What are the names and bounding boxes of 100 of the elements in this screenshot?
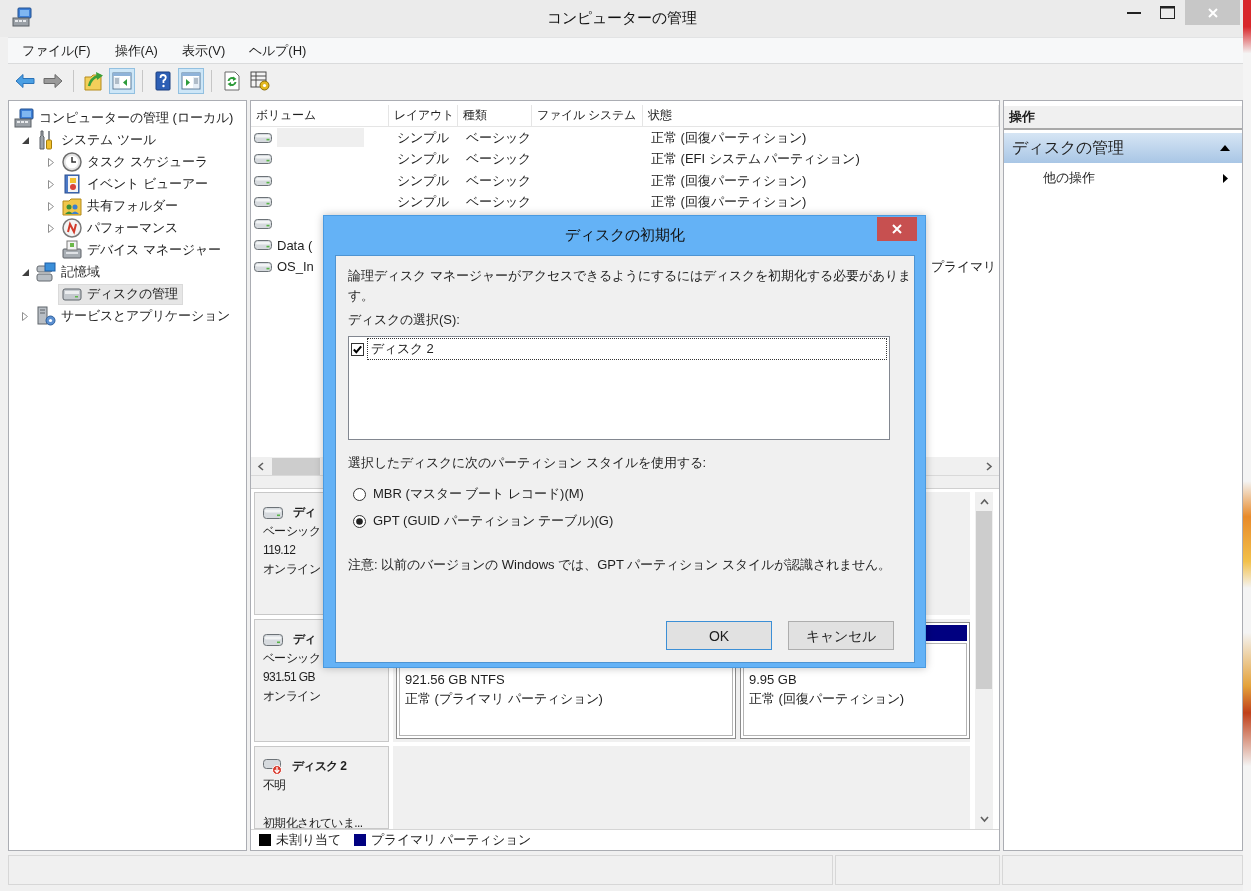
drive-icon [254, 132, 272, 143]
tree-item[interactable]: パフォーマンス [58, 217, 183, 239]
disk-name: ディ [293, 504, 316, 521]
window-gear-icon [250, 70, 270, 91]
drive-icon [254, 261, 272, 272]
tree-item[interactable]: イベント ビューアー [58, 173, 213, 195]
table-cell: シンプル [397, 193, 449, 212]
scroll-left-icon[interactable] [257, 461, 264, 471]
maximize-icon [1159, 6, 1175, 19]
disk-list-box[interactable]: ディスク 2 [348, 336, 890, 440]
disk-type: ベーシック [263, 524, 320, 538]
disk-size: 119.12 [263, 543, 296, 557]
table-cell: 正常 (回復パーティション) [651, 193, 807, 212]
scroll-down-icon[interactable] [979, 816, 989, 823]
printer-icon [62, 240, 82, 260]
close-button[interactable] [877, 217, 917, 241]
table-cell: ベーシック [466, 150, 531, 169]
tree-item[interactable]: ディスクの管理 [58, 283, 183, 305]
tree-item[interactable]: 記憶域 [32, 261, 105, 283]
minimize-icon [1127, 11, 1141, 14]
window-title: コンピューターの管理 [546, 8, 697, 28]
checkbox[interactable] [351, 342, 364, 356]
notebook-icon [62, 174, 82, 194]
caret-down-right-icon[interactable] [21, 136, 29, 144]
drive-icon [254, 175, 272, 186]
caret-right-icon[interactable] [22, 311, 28, 321]
server-gear-icon [36, 306, 56, 326]
tree-item[interactable]: システム ツール [32, 129, 161, 151]
radio-button[interactable] [353, 514, 366, 528]
computer-icon [14, 108, 34, 128]
scroll-up-icon[interactable] [979, 498, 989, 505]
scroll-right-icon[interactable] [986, 461, 993, 471]
caret-right-icon[interactable] [48, 179, 54, 189]
drive-icon [254, 197, 272, 208]
disk-status: オンライン [263, 562, 320, 576]
disk-panel[interactable]: ディスク 2 不明 初期化されていま... [254, 746, 389, 829]
caret-right-icon[interactable] [48, 223, 54, 233]
table-cell: ベーシック [466, 171, 531, 190]
tree-item[interactable]: コンピューターの管理 (ローカル) [10, 107, 239, 129]
disk-name: ディスク 2 [292, 758, 347, 775]
vertical-scrollbar[interactable] [975, 492, 993, 829]
menu-item[interactable]: ファイル(F) [14, 39, 99, 62]
disk-status: オンライン [263, 689, 320, 703]
close-icon [892, 224, 902, 234]
list-item[interactable]: ディスク 2 [367, 338, 887, 360]
drive-icon [254, 218, 272, 229]
tree-item[interactable]: タスク スケジューラ [58, 151, 213, 173]
section-header[interactable]: ディスクの管理 [1004, 133, 1242, 163]
panel-left-icon [112, 70, 132, 91]
table-cell: ベーシック [466, 128, 531, 147]
gauge-icon [62, 218, 82, 238]
column-header[interactable]: レイアウト [389, 105, 458, 126]
computer-icon [12, 7, 32, 27]
caret-right-icon[interactable] [48, 201, 54, 211]
column-header[interactable]: ボリューム [251, 105, 389, 126]
drives-icon [36, 262, 56, 282]
table-cell: ベーシック [466, 193, 531, 212]
refresh-icon [222, 70, 242, 91]
column-header[interactable]: 種類 [458, 105, 532, 126]
panel-right-icon [181, 70, 201, 91]
table-cell: 正常 (回復パーティション) [651, 128, 807, 147]
scrollbar-thumb[interactable] [976, 511, 992, 689]
option-group-label: 選択したディスクに次のパーティション スタイルを使用する: [348, 454, 708, 472]
menu-item[interactable]: ヘルプ(H) [241, 39, 315, 62]
tree-item[interactable]: 共有フォルダー [58, 195, 183, 217]
menu-item[interactable]: 操作(A) [106, 39, 166, 62]
caret-down-right-icon[interactable] [21, 268, 29, 276]
table-cell: Data ( [277, 237, 313, 253]
table-cell: 正常 (EFI システム パーティション) [651, 150, 860, 169]
partition-status: 正常 (プライマリ パーティション) [405, 691, 603, 706]
dialog-button[interactable]: OK [666, 621, 772, 650]
tree-item[interactable]: サービスとアプリケーション [32, 305, 235, 327]
table-cell: シンプル [397, 150, 449, 169]
radio-button[interactable] [353, 487, 366, 501]
caret-right-icon [1223, 173, 1228, 183]
dialog-title: ディスクの初期化 [564, 225, 685, 245]
folder-arrow-icon [84, 70, 104, 91]
drive-icon [254, 240, 272, 251]
disk-type: ベーシック [263, 651, 320, 665]
table-cell: プライマリ [931, 257, 996, 276]
action-item[interactable]: 他の操作 [1004, 163, 1242, 193]
dialog-button[interactable]: キャンセル [788, 621, 894, 650]
table-cell: シンプル [397, 171, 449, 190]
help-icon [153, 70, 173, 91]
caret-up-icon[interactable] [1220, 145, 1230, 151]
caret-right-icon[interactable] [48, 157, 54, 167]
menu-item[interactable]: 表示(V) [173, 39, 234, 62]
partition-size: 921.56 GB NTFS [405, 672, 505, 687]
partition-size: 9.95 GB [748, 672, 797, 687]
column-header[interactable]: ファイル システム [532, 105, 643, 126]
partition-status: 正常 (回復パーティション) [748, 691, 905, 706]
column-header[interactable]: 状態 [643, 105, 999, 126]
disk-type: 不明 [263, 778, 286, 792]
shared-folder-icon [62, 196, 82, 216]
legend-label: プライマリ パーティション [371, 831, 531, 849]
scrollbar-thumb[interactable] [272, 457, 320, 475]
close-icon [1207, 7, 1218, 18]
list-label: ディスクの選択(S): [348, 311, 461, 329]
drive-icon [254, 154, 272, 165]
tree-item[interactable]: デバイス マネージャー [58, 239, 226, 261]
